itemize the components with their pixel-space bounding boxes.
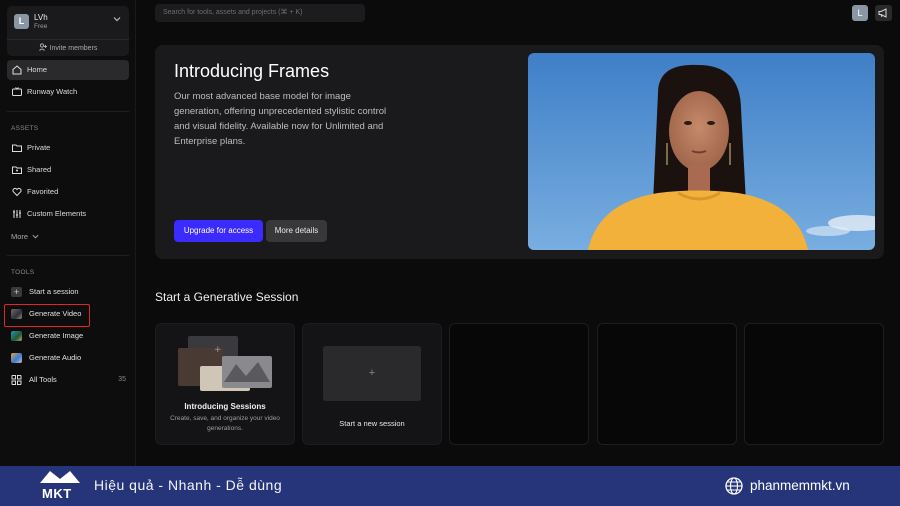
svg-text:+: + <box>214 345 222 355</box>
chevron-down-icon[interactable] <box>113 15 121 23</box>
sidebar-item-private[interactable]: Private <box>7 138 129 158</box>
empty-session-slot <box>744 323 884 445</box>
card-description: Create, save, and organize your video ge… <box>170 415 280 432</box>
divider <box>7 255 129 256</box>
megaphone-icon <box>878 8 887 18</box>
website-link[interactable]: phanmemmkt.vn <box>750 478 850 493</box>
sidebar-item-label: Custom Elements <box>27 209 87 218</box>
intro-sessions-card[interactable]: + Introducing Sessions Create, save, and… <box>155 323 295 445</box>
sidebar-item-custom-elements[interactable]: Custom Elements <box>7 204 129 224</box>
sidebar-item-shared[interactable]: Shared <box>7 160 129 180</box>
plus-icon: + <box>323 346 421 401</box>
highlight-box <box>4 304 90 327</box>
sidebar-item-label: Generate Audio <box>29 353 82 362</box>
divider <box>7 39 129 40</box>
account-name: LVh <box>34 13 48 22</box>
section-title: Start a Generative Session <box>155 290 299 304</box>
divider <box>7 111 129 112</box>
promo-banner: MKT Hiệu quả - Nhanh - Dễ dùng phanmemmk… <box>0 466 900 506</box>
upgrade-button[interactable]: Upgrade for access <box>174 220 263 242</box>
announcements-button[interactable] <box>875 5 892 21</box>
hero-image <box>528 53 875 250</box>
shared-folder-icon <box>12 166 22 174</box>
audio-thumbnail-icon <box>11 353 22 363</box>
tv-icon <box>12 87 22 96</box>
slogan: Hiệu quả - Nhanh - Dễ dùng <box>94 477 283 493</box>
sidebar-item-label: Generate Image <box>29 331 84 340</box>
sidebar-item-runway-watch[interactable]: Runway Watch <box>7 82 129 102</box>
invite-label: Invite members <box>49 45 98 52</box>
new-session-card[interactable]: + Start a new session <box>302 323 442 445</box>
sidebar-item-generate-audio[interactable]: Generate Audio <box>7 348 129 368</box>
sidebar-item-label: Start a session <box>29 287 79 296</box>
more-label: More <box>11 232 29 241</box>
chevron-down-icon <box>32 234 39 239</box>
empty-session-slot <box>597 323 737 445</box>
empty-session-slot <box>449 323 589 445</box>
avatar[interactable]: L <box>852 5 868 21</box>
card-title: Introducing Sessions <box>184 402 266 411</box>
sidebar-item-label: All Tools <box>29 375 57 384</box>
more-details-button[interactable]: More details <box>266 220 327 242</box>
folder-icon <box>12 144 22 152</box>
sidebar-item-favorited[interactable]: Favorited <box>7 182 129 202</box>
sidebar-item-label: Favorited <box>27 187 59 196</box>
tools-section-label: TOOLS <box>11 269 35 276</box>
hero-description: Our most advanced base model for image g… <box>174 91 387 147</box>
mkt-logo-text: MKT <box>42 486 72 501</box>
image-thumbnail-icon <box>11 331 22 341</box>
sidebar-item-label: Runway Watch <box>27 87 78 96</box>
hero-banner: Introducing Frames Our most advanced bas… <box>155 45 884 259</box>
sessions-illustration: + <box>178 336 272 391</box>
sidebar: L LVh Free Invite members Home Runway Wa… <box>0 0 136 466</box>
invite-members-button[interactable]: Invite members <box>7 43 129 52</box>
more-button[interactable]: More <box>11 232 39 241</box>
globe-icon <box>725 477 743 495</box>
home-icon <box>12 65 22 75</box>
plus-icon: + <box>11 287 22 297</box>
tool-count-badge: 35 <box>118 376 126 383</box>
heart-icon <box>12 187 22 197</box>
search-input[interactable]: Search for tools, assets and projects (⌘… <box>155 4 365 22</box>
sidebar-item-label: Shared <box>27 165 52 174</box>
add-user-icon <box>38 43 47 51</box>
account-switcher[interactable]: L LVh Free Invite members <box>7 6 129 56</box>
hero-title: Introducing Frames <box>174 61 330 81</box>
sidebar-item-label: Home <box>27 65 48 74</box>
sidebar-item-label: Private <box>27 143 51 152</box>
sidebar-item-start-session[interactable]: + Start a session <box>7 282 129 302</box>
sidebar-item-all-tools[interactable]: All Tools 35 <box>7 370 129 390</box>
sidebar-item-home[interactable]: Home <box>7 60 129 80</box>
account-avatar: L <box>14 14 29 29</box>
account-plan: Free <box>34 23 48 30</box>
new-session-label: Start a new session <box>339 419 405 428</box>
grid-icon <box>11 375 22 385</box>
assets-section-label: ASSETS <box>11 125 39 132</box>
sliders-icon <box>13 210 21 218</box>
sidebar-item-generate-image[interactable]: Generate Image <box>7 326 129 346</box>
